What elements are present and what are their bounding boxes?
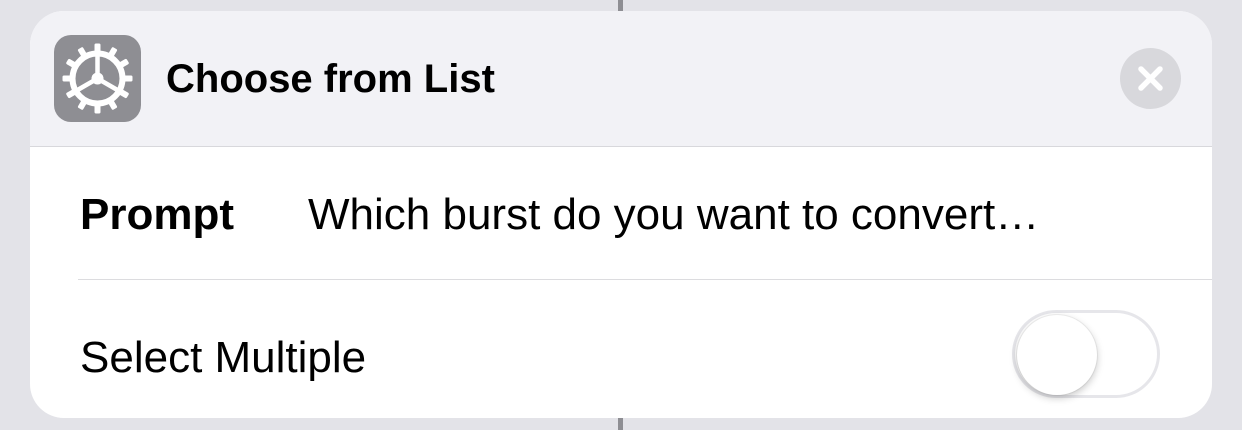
- select-multiple-toggle[interactable]: [1012, 310, 1160, 398]
- select-multiple-label: Select Multiple: [80, 333, 367, 382]
- close-button[interactable]: [1120, 48, 1181, 109]
- close-x-icon: [1138, 66, 1163, 91]
- flow-connector-bottom: [618, 418, 623, 430]
- action-header: Choose from List: [30, 11, 1212, 147]
- prompt-row[interactable]: Prompt Which burst do you want to conver…: [30, 147, 1212, 279]
- select-multiple-row: Select Multiple: [30, 280, 1212, 418]
- prompt-field[interactable]: Which burst do you want to convert…: [308, 189, 1039, 241]
- prompt-label: Prompt: [80, 190, 234, 239]
- toggle-knob: [1017, 315, 1097, 395]
- settings-gear-icon: [54, 35, 141, 122]
- action-card[interactable]: Choose from List Prompt Which burst do y…: [30, 11, 1212, 418]
- action-title: Choose from List: [166, 57, 495, 101]
